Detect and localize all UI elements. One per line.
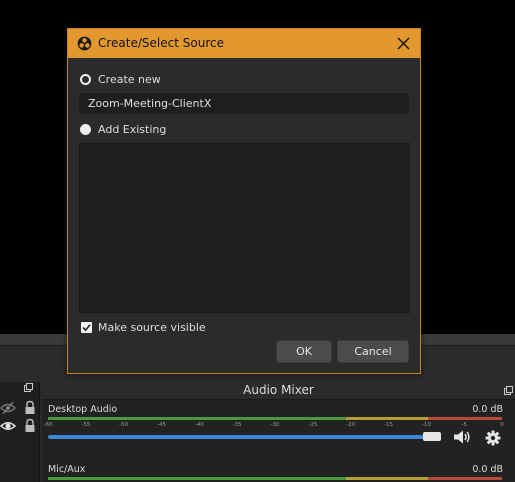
- make-visible-label: Make source visible: [98, 320, 206, 334]
- meter-tick-label: -15: [384, 422, 393, 428]
- meter-tick-label: -35: [232, 422, 242, 428]
- meter-tick-label: -25: [308, 422, 318, 428]
- source-row[interactable]: [0, 400, 40, 416]
- volume-meter: [48, 417, 502, 420]
- audio-mixer-dock: Audio Mixer Desktop Audio 0.0 dB -60 -55 -…: [42, 382, 515, 482]
- meter-tick-label: -40: [194, 422, 204, 428]
- volume-meter: [48, 477, 502, 480]
- dialog-titlebar[interactable]: Create/Select Source: [68, 29, 420, 58]
- eye-hidden-icon[interactable]: [0, 400, 16, 416]
- source-name-input[interactable]: [79, 93, 409, 114]
- volume-slider-handle[interactable]: [423, 432, 441, 441]
- meter-scale: -60 -55 -50 -45 -40 -35 -30 -25 -20 -15 -10 -5 0: [44, 422, 504, 430]
- meter-tick-label: -10: [421, 422, 431, 428]
- create-new-radio[interactable]: Create new: [80, 71, 161, 87]
- eye-icon[interactable]: [0, 418, 16, 434]
- meter-tick-label: -5: [461, 422, 467, 428]
- meter-tick-label: -45: [157, 422, 166, 428]
- ok-button[interactable]: OK: [276, 340, 332, 363]
- gear-icon[interactable]: [485, 430, 501, 446]
- speaker-icon[interactable]: [453, 429, 471, 445]
- float-icon[interactable]: [24, 383, 33, 392]
- meter-tick-label: -50: [119, 422, 129, 428]
- create-select-source-dialog: Create/Select Source Create new Add Exis…: [67, 28, 421, 374]
- source-row[interactable]: [0, 418, 40, 434]
- track-name: Mic/Aux: [48, 464, 86, 475]
- add-existing-radio[interactable]: Add Existing: [80, 121, 166, 137]
- meter-tick-label: -30: [270, 422, 280, 428]
- create-new-label: Create new: [98, 72, 161, 86]
- volume-slider[interactable]: [48, 435, 441, 439]
- checkmark-icon: [82, 323, 91, 331]
- obs-window: Audio Mixer Desktop Audio 0.0 dB -60 -55 -…: [0, 0, 515, 482]
- track-db: 0.0 dB: [472, 464, 503, 475]
- obs-logo-icon: [77, 36, 92, 51]
- float-icon[interactable]: [504, 386, 513, 395]
- sources-panel: [0, 382, 40, 482]
- lock-icon[interactable]: [22, 418, 38, 434]
- meter-tick-label: -60: [43, 422, 53, 428]
- make-visible-checkbox[interactable]: Make source visible: [81, 319, 206, 335]
- meter-tick-label: -20: [346, 422, 356, 428]
- close-icon[interactable]: [395, 35, 412, 52]
- radio-indicator[interactable]: [80, 73, 91, 85]
- add-existing-label: Add Existing: [98, 122, 167, 136]
- existing-sources-list[interactable]: [79, 143, 410, 313]
- radio-indicator[interactable]: [80, 123, 91, 135]
- cancel-button[interactable]: Cancel: [337, 340, 409, 363]
- meter-tick-label: -55: [81, 422, 91, 428]
- meter-tick-label: 0: [500, 422, 504, 428]
- dialog-title: Create/Select Source: [98, 36, 224, 50]
- lock-icon[interactable]: [22, 400, 38, 416]
- checkbox-indicator[interactable]: [81, 321, 92, 333]
- track-db: 0.0 dB: [472, 404, 503, 415]
- audio-mixer-title: Audio Mixer: [42, 382, 515, 400]
- track-name: Desktop Audio: [48, 404, 118, 415]
